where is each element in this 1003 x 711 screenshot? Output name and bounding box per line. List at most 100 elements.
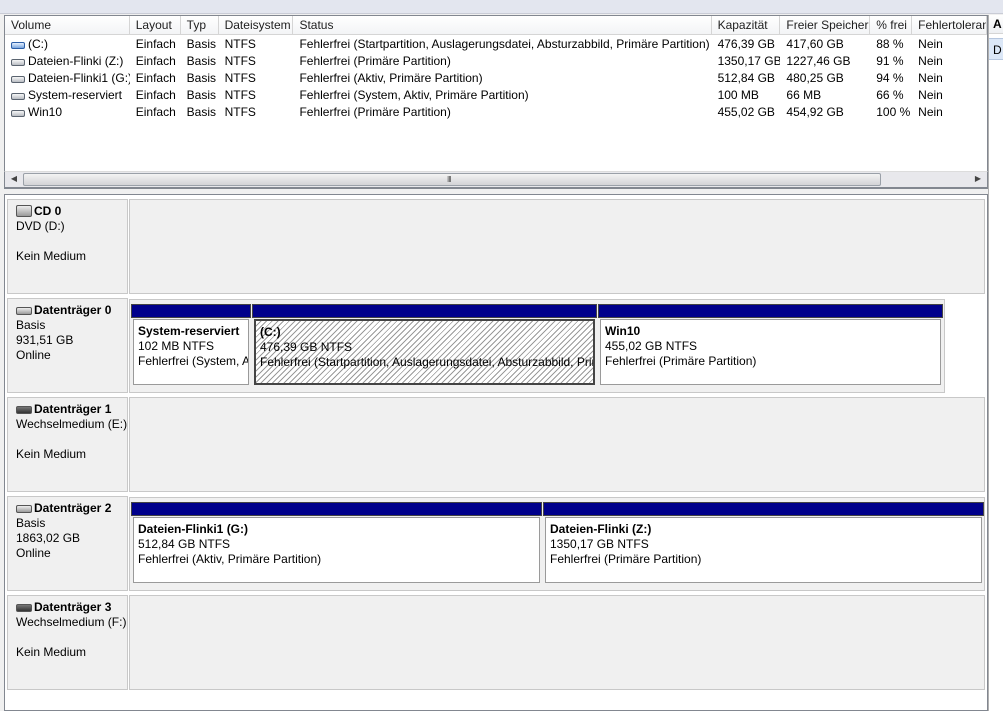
capacity-cell: 512,84 GB — [717, 71, 775, 85]
table-row[interactable]: (C:) Einfach Basis NTFS Fehlerfrei (Star… — [5, 36, 987, 53]
column-header-dateisystem[interactable]: Dateisystem — [219, 16, 294, 35]
volume-list: Volume Layout Typ Dateisystem Status Kap… — [4, 15, 988, 189]
column-header-typ[interactable]: Typ — [181, 16, 219, 35]
hard-disk-icon — [16, 505, 32, 513]
capacity-cell: 476,39 GB — [717, 37, 775, 51]
partition-box: System-reserviert 102 MB NTFS Fehlerfrei… — [133, 319, 249, 385]
disk-size: 931,51 GB — [16, 333, 74, 347]
disk-state: Online — [16, 348, 51, 362]
layout-cell: Einfach — [135, 71, 176, 85]
percent-free-cell: 100 % — [876, 105, 911, 119]
free-space-cell: 454,92 GB — [786, 105, 844, 119]
partition-size: 102 MB NTFS — [138, 339, 215, 353]
partition-win10[interactable]: Win10 455,02 GB NTFS Fehlerfrei (Primäre… — [598, 304, 943, 388]
typ-cell: Basis — [186, 105, 216, 119]
disk-empty-area — [129, 595, 985, 690]
column-header-volume[interactable]: Volume — [5, 16, 130, 35]
partition-bar — [131, 304, 251, 318]
layout-cell: Einfach — [135, 88, 176, 102]
disk-drive-letter: DVD (D:) — [16, 219, 65, 233]
volume-name: (C:) — [28, 37, 48, 51]
drive-icon — [11, 93, 25, 100]
partition-name: Dateien-Flinki (Z:) — [550, 522, 652, 536]
partition-c[interactable]: (C:) 476,39 GB NTFS Fehlerfrei (Startpar… — [252, 304, 597, 388]
status-cell: Fehlerfrei (Primäre Partition) — [299, 54, 451, 68]
partition-status: Fehlerfrei (System, Aktiv, Primäre Parti… — [138, 354, 248, 368]
disk-name: CD 0 — [34, 204, 62, 218]
partition-z[interactable]: Dateien-Flinki (Z:) 1350,17 GB NTFS Fehl… — [543, 502, 984, 586]
volume-cell: Dateien-Flinki1 (G:) — [5, 70, 130, 87]
volume-cell: Win10 — [5, 104, 130, 121]
disk-drive-letter: Wechselmedium (F:) — [16, 615, 127, 629]
disk-label-disk1[interactable]: Datenträger 1 Wechselmedium (E:) Kein Me… — [7, 397, 128, 492]
partition-box: Win10 455,02 GB NTFS Fehlerfrei (Primäre… — [600, 319, 941, 385]
drive-icon — [11, 110, 25, 117]
scroll-right-icon[interactable]: ▶ — [970, 172, 986, 187]
fault-tolerance-cell: Nein — [918, 88, 943, 102]
partition-bar — [598, 304, 943, 318]
partition-name: System-reserviert — [138, 324, 240, 338]
column-header-freier-speicher[interactable]: Freier Speicher — [780, 16, 871, 35]
volume-cell: Dateien-Flinki (Z:) — [5, 53, 130, 70]
partition-box-selected: (C:) 476,39 GB NTFS Fehlerfrei (Startpar… — [254, 319, 595, 385]
horizontal-scrollbar[interactable]: ◀ III ▶ — [4, 171, 988, 188]
partition-status: Fehlerfrei (Aktiv, Primäre Partition) — [138, 552, 322, 566]
partition-size: 455,02 GB NTFS — [605, 339, 698, 353]
system-drive-icon — [11, 42, 25, 49]
disk-size: 1863,02 GB — [16, 531, 81, 545]
fault-tolerance-cell: Nein — [918, 105, 943, 119]
typ-cell: Basis — [186, 37, 216, 51]
disk-row-disk0: Datenträger 0 Basis 931,51 GB Online Sys… — [5, 296, 987, 395]
typ-cell: Basis — [186, 88, 216, 102]
layout-cell: Einfach — [135, 54, 176, 68]
column-header-fehlertoleranz[interactable]: Fehlertoleranz — [912, 16, 987, 35]
partition-size: 512,84 GB NTFS — [138, 537, 231, 551]
table-row[interactable]: Win10 Einfach Basis NTFS Fehlerfrei (Pri… — [5, 104, 987, 121]
column-header-prozent-frei[interactable]: % frei — [870, 16, 913, 35]
scroll-left-icon[interactable]: ◀ — [6, 172, 22, 187]
partition-g[interactable]: Dateien-Flinki1 (G:) 512,84 GB NTFS Fehl… — [131, 502, 542, 586]
table-row[interactable]: Dateien-Flinki (Z:) Einfach Basis NTFS F… — [5, 53, 987, 70]
status-cell: Fehlerfrei (Primäre Partition) — [299, 105, 451, 119]
fault-tolerance-cell: Nein — [918, 37, 943, 51]
window-top-edge — [0, 0, 1003, 14]
removable-disk-icon — [16, 604, 32, 612]
filesystem-cell: NTFS — [224, 54, 256, 68]
column-header-kapazitaet[interactable]: Kapazität — [712, 16, 781, 35]
disk-label-cd0[interactable]: CD 0 DVD (D:) Kein Medium — [7, 199, 128, 294]
disk-drive-letter: Wechselmedium (E:) — [16, 417, 127, 431]
volume-cell: (C:) — [5, 36, 130, 53]
disk-label-disk3[interactable]: Datenträger 3 Wechselmedium (F:) Kein Me… — [7, 595, 128, 690]
layout-cell: Einfach — [135, 37, 176, 51]
actions-panel: A D — [988, 15, 1003, 711]
partition-status: Fehlerfrei (Startpartition, Auslagerungs… — [260, 355, 593, 369]
scrollbar-thumb[interactable]: III — [23, 173, 881, 186]
disk-empty-area — [129, 199, 985, 294]
typ-cell: Basis — [186, 71, 216, 85]
volume-cell: System-reserviert — [5, 87, 130, 104]
partition-box: Dateien-Flinki1 (G:) 512,84 GB NTFS Fehl… — [133, 517, 540, 583]
table-row[interactable]: Dateien-Flinki1 (G:) Einfach Basis NTFS … — [5, 70, 987, 87]
disk-row-cd0: CD 0 DVD (D:) Kein Medium — [5, 197, 987, 296]
free-space-cell: 417,60 GB — [786, 37, 844, 51]
free-space-cell: 66 MB — [786, 88, 822, 102]
actions-panel-item[interactable]: D — [989, 38, 1003, 60]
volume-name: Win10 — [28, 105, 63, 119]
drive-icon — [11, 59, 25, 66]
volume-name: System-reserviert — [28, 88, 123, 102]
column-header-status[interactable]: Status — [293, 16, 712, 35]
disk-label-disk0[interactable]: Datenträger 0 Basis 931,51 GB Online — [7, 298, 128, 393]
status-cell: Fehlerfrei (Startpartition, Auslagerungs… — [299, 37, 710, 51]
partition-system-reserved[interactable]: System-reserviert 102 MB NTFS Fehlerfrei… — [131, 304, 251, 388]
column-header-layout[interactable]: Layout — [130, 16, 181, 35]
typ-cell: Basis — [186, 54, 216, 68]
partition-bar — [131, 502, 542, 516]
partition-name: (C:) — [260, 325, 281, 339]
disk-name: Datenträger 0 — [34, 303, 112, 317]
disk-label-disk2[interactable]: Datenträger 2 Basis 1863,02 GB Online — [7, 496, 128, 591]
capacity-cell: 455,02 GB — [717, 105, 775, 119]
disk-name: Datenträger 3 — [34, 600, 112, 614]
free-space-cell: 480,25 GB — [786, 71, 844, 85]
partition-strip: System-reserviert 102 MB NTFS Fehlerfrei… — [129, 299, 945, 393]
table-row[interactable]: System-reserviert Einfach Basis NTFS Feh… — [5, 87, 987, 104]
